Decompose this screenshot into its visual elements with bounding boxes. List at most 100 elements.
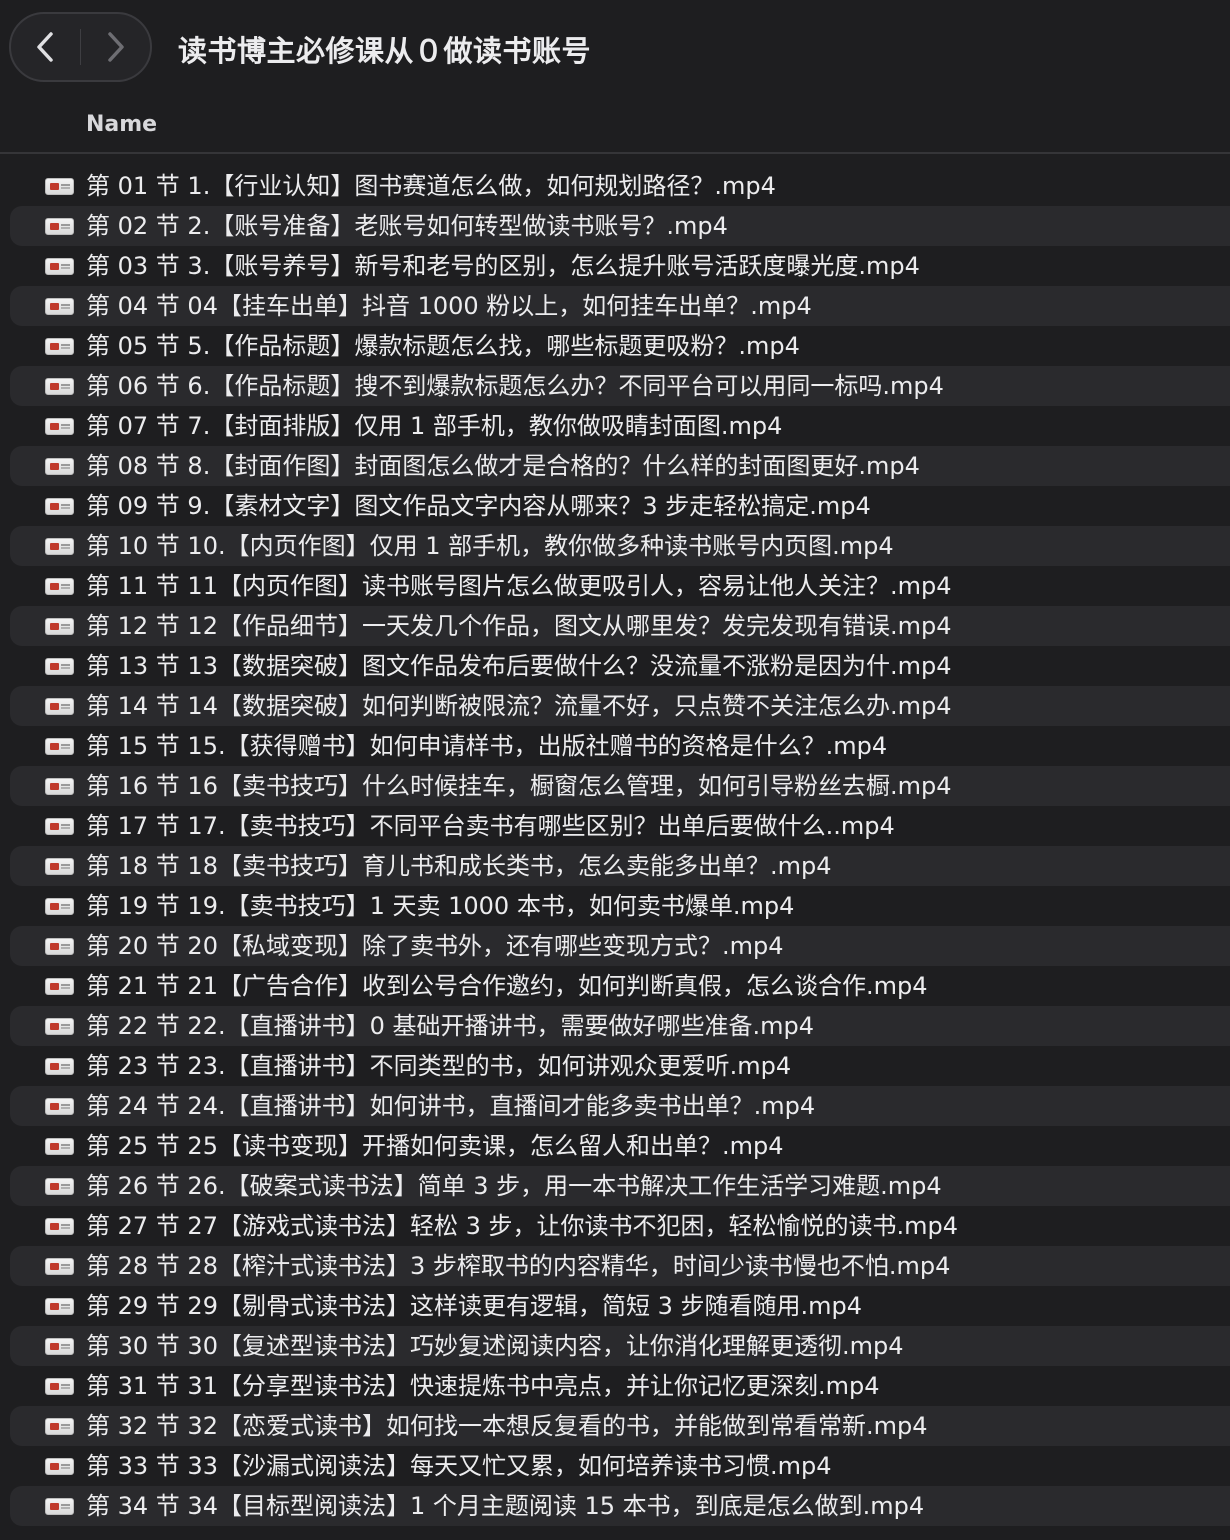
file-row[interactable]: 第 24 节 24.【直播讲书】如何讲书，直播间才能多卖书出单？.mp4: [0, 1086, 1230, 1126]
video-file-icon: [45, 498, 74, 515]
file-row[interactable]: 第 13 节 13【数据突破】图文作品发布后要做什么？没流量不涨粉是因为什.mp…: [0, 646, 1230, 686]
file-row[interactable]: 第 32 节 32【恋爱式读书】如何找一本想反复看的书，并能做到常看常新.mp4: [0, 1406, 1230, 1446]
video-file-icon: [45, 1138, 74, 1155]
file-row[interactable]: 第 16 节 16【卖书技巧】什么时候挂车，橱窗怎么管理，如何引导粉丝去橱.mp…: [0, 766, 1230, 806]
video-file-icon: [45, 1058, 74, 1075]
video-file-icon: [45, 778, 74, 795]
file-name: 第 15 节 15.【获得赠书】如何申请样书，出版社赠书的资格是什么？.mp4: [86, 732, 888, 760]
chevron-right-icon: [107, 32, 124, 62]
file-row[interactable]: 第 28 节 28【榨汁式读书法】3 步榨取书的内容精华，时间少读书慢也不怕.m…: [0, 1246, 1230, 1286]
file-row[interactable]: 第 31 节 31【分享型读书法】快速提炼书中亮点，并让你记忆更深刻.mp4: [0, 1366, 1230, 1406]
video-file-icon: [45, 978, 74, 995]
file-row[interactable]: 第 27 节 27【游戏式读书法】轻松 3 步，让你读书不犯困，轻松愉悦的读书.…: [0, 1206, 1230, 1246]
file-name: 第 34 节 34【目标型阅读法】1 个月主题阅读 15 本书，到底是怎么做到.…: [86, 1492, 925, 1520]
file-name: 第 30 节 30【复述型读书法】巧妙复述阅读内容，让你消化理解更透彻.mp4: [86, 1332, 904, 1360]
file-row[interactable]: 第 10 节 10.【内页作图】仅用 1 部手机，教你做多种读书账号内页图.mp…: [0, 526, 1230, 566]
video-file-icon: [45, 258, 74, 275]
file-name: 第 13 节 13【数据突破】图文作品发布后要做什么？没流量不涨粉是因为什.mp…: [86, 652, 952, 680]
file-row[interactable]: 第 20 节 20【私域变现】除了卖书外，还有哪些变现方式？.mp4: [0, 926, 1230, 966]
file-name: 第 10 节 10.【内页作图】仅用 1 部手机，教你做多种读书账号内页图.mp…: [86, 532, 894, 560]
video-file-icon: [45, 818, 74, 835]
file-name: 第 12 节 12【作品细节】一天发几个作品，图文从哪里发？发完发现有错误.mp…: [86, 612, 952, 640]
file-row[interactable]: 第 23 节 23.【直播讲书】不同类型的书，如何讲观众更爱听.mp4: [0, 1046, 1230, 1086]
file-row[interactable]: 第 30 节 30【复述型读书法】巧妙复述阅读内容，让你消化理解更透彻.mp4: [0, 1326, 1230, 1366]
file-name: 第 04 节 04【挂车出单】抖音 1000 粉以上，如何挂车出单？.mp4: [86, 292, 812, 320]
file-row[interactable]: 第 03 节 3.【账号养号】新号和老号的区别，怎么提升账号活跃度曝光度.mp4: [0, 246, 1230, 286]
video-file-icon: [45, 298, 74, 315]
file-name: 第 01 节 1.【行业认知】图书赛道怎么做，如何规划路径？.mp4: [86, 172, 776, 200]
file-name: 第 08 节 8.【封面作图】封面图怎么做才是合格的？什么样的封面图更好.mp4: [86, 452, 920, 480]
file-row[interactable]: 第 21 节 21【广告合作】收到公号合作邀约，如何判断真假，怎么谈合作.mp4: [0, 966, 1230, 1006]
column-header-name[interactable]: Name: [86, 112, 157, 137]
video-file-icon: [45, 1178, 74, 1195]
video-file-icon: [45, 1418, 74, 1435]
file-name: 第 24 节 24.【直播讲书】如何讲书，直播间才能多卖书出单？.mp4: [86, 1092, 816, 1120]
file-name: 第 11 节 11【内页作图】读书账号图片怎么做更吸引人，容易让他人关注？.mp…: [86, 572, 952, 600]
file-row[interactable]: 第 04 节 04【挂车出单】抖音 1000 粉以上，如何挂车出单？.mp4: [0, 286, 1230, 326]
video-file-icon: [45, 178, 74, 195]
file-name: 第 26 节 26.【破案式读书法】简单 3 步，用一本书解决工作生活学习难题.…: [86, 1172, 942, 1200]
file-row[interactable]: 第 07 节 7.【封面排版】仅用 1 部手机，教你做吸睛封面图.mp4: [0, 406, 1230, 446]
video-file-icon: [45, 418, 74, 435]
file-name: 第 31 节 31【分享型读书法】快速提炼书中亮点，并让你记忆更深刻.mp4: [86, 1372, 880, 1400]
video-file-icon: [45, 1378, 74, 1395]
file-name: 第 09 节 9.【素材文字】图文作品文字内容从哪来？3 步走轻松搞定.mp4: [86, 492, 871, 520]
file-name: 第 19 节 19.【卖书技巧】1 天卖 1000 本书，如何卖书爆单.mp4: [86, 892, 795, 920]
file-row[interactable]: 第 19 节 19.【卖书技巧】1 天卖 1000 本书，如何卖书爆单.mp4: [0, 886, 1230, 926]
file-row[interactable]: 第 15 节 15.【获得赠书】如何申请样书，出版社赠书的资格是什么？.mp4: [0, 726, 1230, 766]
file-name: 第 20 节 20【私域变现】除了卖书外，还有哪些变现方式？.mp4: [86, 932, 784, 960]
file-row[interactable]: 第 22 节 22.【直播讲书】0 基础开播讲书，需要做好哪些准备.mp4: [0, 1006, 1230, 1046]
file-row[interactable]: 第 14 节 14【数据突破】如何判断被限流？流量不好，只点赞不关注怎么办.mp…: [0, 686, 1230, 726]
forward-button[interactable]: [81, 14, 150, 80]
file-row[interactable]: 第 12 节 12【作品细节】一天发几个作品，图文从哪里发？发完发现有错误.mp…: [0, 606, 1230, 646]
window-title: 读书博主必修课从０做读书账号: [178, 34, 592, 68]
file-name: 第 21 节 21【广告合作】收到公号合作邀约，如何判断真假，怎么谈合作.mp4: [86, 972, 928, 1000]
video-file-icon: [45, 458, 74, 475]
file-name: 第 23 节 23.【直播讲书】不同类型的书，如何讲观众更爱听.mp4: [86, 1052, 792, 1080]
toolbar: 读书博主必修课从０做读书账号: [0, 0, 1230, 100]
video-file-icon: [45, 858, 74, 875]
chevron-left-icon: [37, 32, 53, 62]
file-row[interactable]: 第 33 节 33【沙漏式阅读法】每天又忙又累，如何培养读书习惯.mp4: [0, 1446, 1230, 1486]
file-name: 第 16 节 16【卖书技巧】什么时候挂车，橱窗怎么管理，如何引导粉丝去橱.mp…: [86, 772, 952, 800]
video-file-icon: [45, 1338, 74, 1355]
video-file-icon: [45, 1298, 74, 1315]
file-row[interactable]: 第 18 节 18【卖书技巧】育儿书和成长类书，怎么卖能多出单？.mp4: [0, 846, 1230, 886]
back-button[interactable]: [11, 14, 80, 80]
file-row[interactable]: 第 11 节 11【内页作图】读书账号图片怎么做更吸引人，容易让他人关注？.mp…: [0, 566, 1230, 606]
video-file-icon: [45, 618, 74, 635]
video-file-icon: [45, 1258, 74, 1275]
video-file-icon: [45, 578, 74, 595]
video-file-icon: [45, 1498, 74, 1515]
video-file-icon: [45, 898, 74, 915]
file-row[interactable]: 第 17 节 17.【卖书技巧】不同平台卖书有哪些区别？出单后要做什么..mp4: [0, 806, 1230, 846]
file-row[interactable]: 第 05 节 5.【作品标题】爆款标题怎么找，哪些标题更吸粉？.mp4: [0, 326, 1230, 366]
video-file-icon: [45, 378, 74, 395]
file-name: 第 18 节 18【卖书技巧】育儿书和成长类书，怎么卖能多出单？.mp4: [86, 852, 832, 880]
video-file-icon: [45, 538, 74, 555]
file-row[interactable]: 第 26 节 26.【破案式读书法】简单 3 步，用一本书解决工作生活学习难题.…: [0, 1166, 1230, 1206]
file-name: 第 25 节 25【读书变现】开播如何卖课，怎么留人和出单？.mp4: [86, 1132, 784, 1160]
video-file-icon: [45, 1458, 74, 1475]
file-name: 第 02 节 2.【账号准备】老账号如何转型做读书账号？.mp4: [86, 212, 728, 240]
file-row[interactable]: 第 29 节 29【剔骨式读书法】这样读更有逻辑，简短 3 步随看随用.mp4: [0, 1286, 1230, 1326]
video-file-icon: [45, 738, 74, 755]
video-file-icon: [45, 658, 74, 675]
file-row[interactable]: 第 25 节 25【读书变现】开播如何卖课，怎么留人和出单？.mp4: [0, 1126, 1230, 1166]
file-name: 第 06 节 6.【作品标题】搜不到爆款标题怎么办？不同平台可以用同一标吗.mp…: [86, 372, 944, 400]
file-row[interactable]: 第 06 节 6.【作品标题】搜不到爆款标题怎么办？不同平台可以用同一标吗.mp…: [0, 366, 1230, 406]
video-file-icon: [45, 338, 74, 355]
file-row[interactable]: 第 08 节 8.【封面作图】封面图怎么做才是合格的？什么样的封面图更好.mp4: [0, 446, 1230, 486]
video-file-icon: [45, 938, 74, 955]
file-list: 第 01 节 1.【行业认知】图书赛道怎么做，如何规划路径？.mp4 第 02 节…: [0, 166, 1230, 1526]
file-row[interactable]: 第 34 节 34【目标型阅读法】1 个月主题阅读 15 本书，到底是怎么做到.…: [0, 1486, 1230, 1526]
file-row[interactable]: 第 01 节 1.【行业认知】图书赛道怎么做，如何规划路径？.mp4: [0, 166, 1230, 206]
file-row[interactable]: 第 02 节 2.【账号准备】老账号如何转型做读书账号？.mp4: [0, 206, 1230, 246]
video-file-icon: [45, 218, 74, 235]
video-file-icon: [45, 1218, 74, 1235]
file-row[interactable]: 第 09 节 9.【素材文字】图文作品文字内容从哪来？3 步走轻松搞定.mp4: [0, 486, 1230, 526]
file-name: 第 22 节 22.【直播讲书】0 基础开播讲书，需要做好哪些准备.mp4: [86, 1012, 815, 1040]
navigation-buttons: [9, 12, 152, 82]
file-name: 第 29 节 29【剔骨式读书法】这样读更有逻辑，简短 3 步随看随用.mp4: [86, 1292, 863, 1320]
file-name: 第 33 节 33【沙漏式阅读法】每天又忙又累，如何培养读书习惯.mp4: [86, 1452, 832, 1480]
